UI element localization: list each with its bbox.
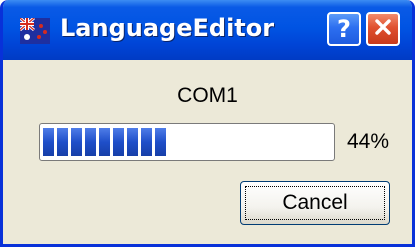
progress-segment [43,128,54,156]
dialog-window: LanguageEditor ? COM1 44% Cancel [0,0,415,247]
progress-segment [155,128,166,156]
help-icon: ? [337,15,351,43]
help-button[interactable]: ? [327,12,361,46]
cancel-label: Cancel [282,191,348,214]
window-title: LanguageEditor [60,14,275,42]
progress-segment [141,128,152,156]
progress-segment [57,128,68,156]
title-bar[interactable]: LanguageEditor ? [3,0,412,60]
close-button[interactable] [366,12,400,46]
progress-segment [99,128,110,156]
progress-segment [113,128,124,156]
progress-percent: 44% [347,130,390,153]
close-icon [373,17,393,41]
progress-segment [71,128,82,156]
flag-icon [19,16,50,44]
progress-track [43,128,331,156]
port-label: COM1 [177,84,238,107]
progress-bar [39,123,335,161]
progress-segment [127,128,138,156]
progress-segment [85,128,96,156]
cancel-button[interactable]: Cancel [240,181,390,225]
